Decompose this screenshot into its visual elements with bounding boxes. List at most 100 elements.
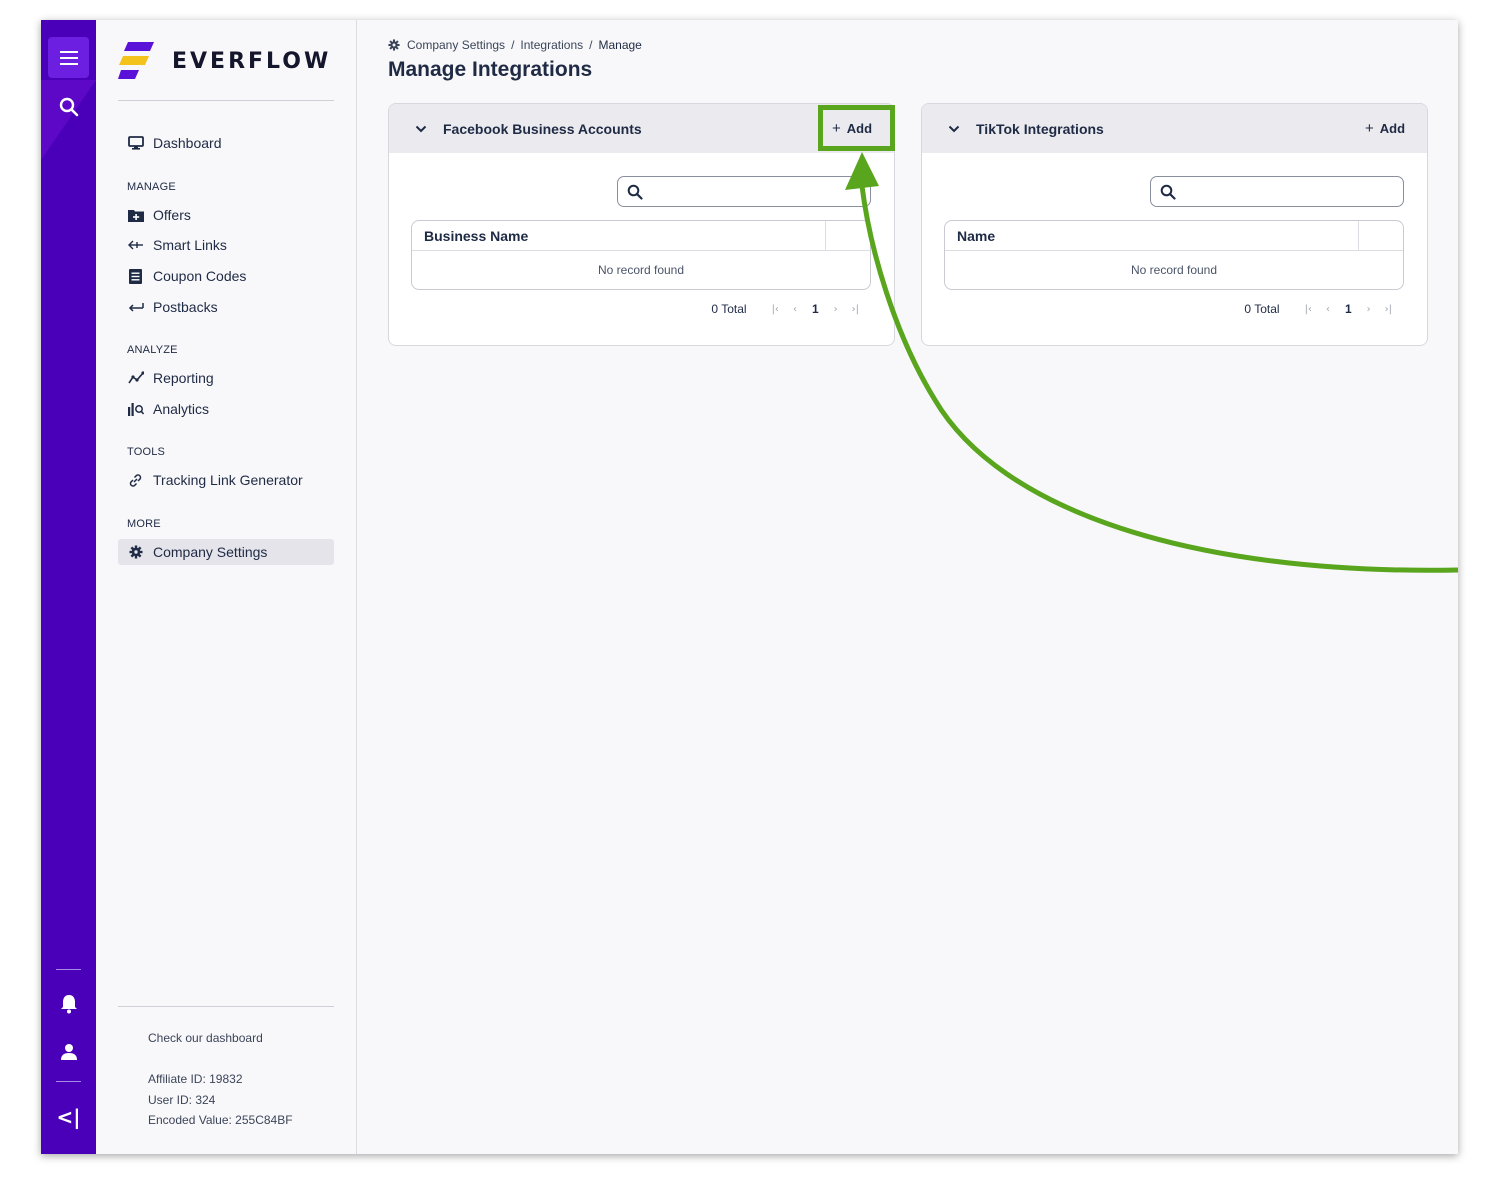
folder-plus-icon (127, 207, 144, 224)
sidebar-item-label: Coupon Codes (153, 268, 247, 284)
column-header-business-name[interactable]: Business Name (412, 228, 528, 244)
section-heading-analyze: ANALYZE (127, 344, 178, 356)
sidebar: EVERFLOW Dashboard MANAGE Offers Smart L… (96, 20, 357, 1154)
card-title: TikTok Integrations (976, 120, 1104, 137)
sidebar-item-smart-links[interactable]: Smart Links (118, 232, 334, 258)
first-page-icon[interactable]: |‹ (1305, 304, 1312, 315)
sidebar-item-label: Tracking Link Generator (153, 472, 303, 488)
facebook-search-input[interactable] (617, 176, 871, 207)
affiliate-id: Affiliate ID: 19832 (148, 1072, 243, 1086)
gear-icon (127, 544, 144, 561)
breadcrumb: Company Settings / Integrations / Manage (388, 38, 642, 52)
app-window: <| EVERFLOW Dashboard MANAGE Offers Smar… (41, 20, 1458, 1154)
pagination: 0 Total |‹ ‹ 1 › ›| (1244, 302, 1399, 316)
gear-icon (388, 39, 400, 51)
sidebar-item-label: Analytics (153, 401, 210, 417)
sidebar-item-label: Reporting (153, 370, 214, 386)
sidebar-item-label: Smart Links (153, 237, 227, 253)
search-icon (1160, 184, 1176, 200)
main-content: Company Settings / Integrations / Manage… (358, 20, 1458, 1154)
breadcrumb-separator: / (511, 38, 515, 52)
sidebar-item-label: Postbacks (153, 299, 218, 315)
logo-text: EVERFLOW (172, 48, 332, 74)
user-icon (60, 1043, 77, 1060)
notifications-button[interactable] (48, 983, 89, 1024)
plus-icon: + (1365, 119, 1374, 137)
document-list-icon (127, 268, 144, 285)
global-search-button[interactable] (48, 86, 89, 127)
sidebar-item-offers[interactable]: Offers (118, 202, 334, 228)
current-page[interactable]: 1 (812, 302, 819, 316)
facebook-business-accounts-card: Facebook Business Accounts + Add Busines… (388, 103, 895, 346)
prev-page-icon[interactable]: ‹ (793, 304, 797, 315)
bell-icon (60, 994, 77, 1013)
facebook-add-button[interactable]: + Add (832, 117, 872, 139)
card-header[interactable]: Facebook Business Accounts + Add (389, 104, 894, 153)
total-count: 0 Total (1244, 302, 1280, 316)
sidebar-item-label: Dashboard (153, 135, 222, 151)
last-page-icon[interactable]: ›| (852, 304, 859, 315)
breadcrumb-current: Manage (598, 38, 642, 52)
prev-page-icon[interactable]: ‹ (1326, 304, 1330, 315)
menu-icon (59, 50, 78, 65)
section-heading-manage: MANAGE (127, 181, 176, 193)
table-header: Name (945, 221, 1403, 251)
profile-button[interactable] (48, 1031, 89, 1072)
card-title: Facebook Business Accounts (443, 120, 642, 137)
next-page-icon[interactable]: › (1367, 304, 1371, 315)
empty-state: No record found (597, 263, 685, 277)
total-count: 0 Total (711, 302, 747, 316)
first-page-icon[interactable]: |‹ (772, 304, 779, 315)
table-header: Business Name (412, 221, 870, 251)
logo[interactable]: EVERFLOW (118, 42, 331, 80)
add-label: Add (1379, 120, 1406, 136)
breadcrumb-company-settings[interactable]: Company Settings (407, 38, 505, 52)
encoded-value: Encoded Value: 255C84BF (148, 1113, 293, 1127)
sidebar-item-analytics[interactable]: Analytics (118, 396, 334, 422)
collapse-sidebar-button[interactable]: <| (48, 1096, 89, 1137)
link-icon (127, 472, 144, 489)
sidebar-item-postbacks[interactable]: Postbacks (118, 294, 334, 320)
page-title: Manage Integrations (388, 58, 593, 81)
column-header-name[interactable]: Name (945, 228, 995, 244)
check-dashboard-link[interactable]: Check our dashboard (148, 1031, 263, 1045)
chevron-down-icon[interactable] (948, 125, 960, 133)
menu-button[interactable] (48, 37, 89, 78)
icon-rail: <| (41, 20, 96, 1154)
search-field[interactable] (1182, 177, 1403, 206)
tiktok-integrations-card: TikTok Integrations + Add Name No record… (921, 103, 1428, 346)
sidebar-item-company-settings[interactable]: Company Settings (118, 539, 334, 565)
sidebar-item-tracking-link-generator[interactable]: Tracking Link Generator (118, 467, 334, 493)
breadcrumb-integrations[interactable]: Integrations (520, 38, 583, 52)
sidebar-item-label: Company Settings (153, 544, 268, 560)
user-id: User ID: 324 (148, 1093, 216, 1107)
last-page-icon[interactable]: ›| (1385, 304, 1392, 315)
search-field[interactable] (649, 177, 870, 206)
tiktok-add-button[interactable]: + Add (1365, 117, 1405, 139)
return-arrow-icon (127, 299, 144, 316)
plus-icon: + (832, 119, 841, 137)
add-label: Add (846, 120, 873, 136)
bar-chart-search-icon (127, 401, 144, 418)
search-icon (59, 97, 78, 116)
everflow-logo-icon (118, 42, 154, 79)
tiktok-table: Name No record found (944, 220, 1404, 290)
empty-state: No record found (1130, 263, 1218, 277)
breadcrumb-separator: / (589, 38, 593, 52)
search-icon (627, 184, 643, 200)
section-heading-more: MORE (127, 518, 161, 530)
tiktok-search-input[interactable] (1150, 176, 1404, 207)
sidebar-item-dashboard[interactable]: Dashboard (118, 130, 334, 156)
section-heading-tools: TOOLS (127, 446, 166, 458)
sidebar-item-coupon-codes[interactable]: Coupon Codes (118, 263, 334, 289)
smart-link-icon (127, 237, 144, 254)
sidebar-item-label: Offers (153, 207, 191, 223)
card-header[interactable]: TikTok Integrations + Add (922, 104, 1427, 153)
current-page[interactable]: 1 (1345, 302, 1352, 316)
collapse-icon: <| (56, 1104, 81, 1129)
chevron-down-icon[interactable] (415, 125, 427, 133)
monitor-icon (127, 135, 144, 152)
next-page-icon[interactable]: › (834, 304, 838, 315)
sidebar-item-reporting[interactable]: Reporting (118, 365, 334, 391)
pagination: 0 Total |‹ ‹ 1 › ›| (711, 302, 866, 316)
